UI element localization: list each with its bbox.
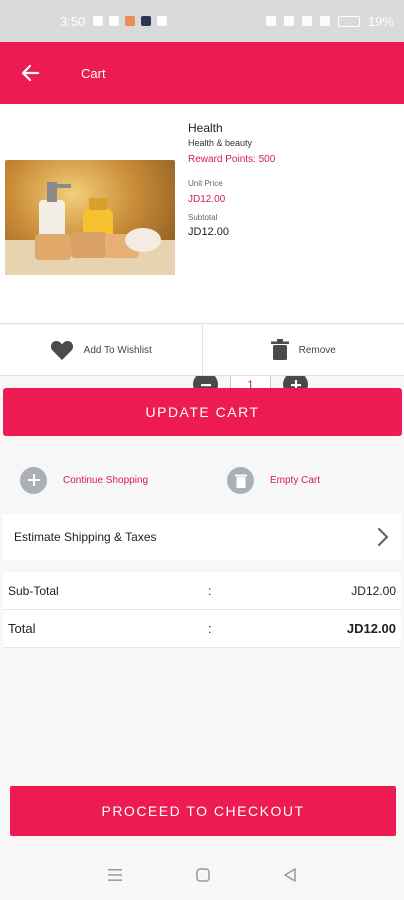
wifi-icon xyxy=(301,16,312,26)
page-title: Cart xyxy=(81,65,106,81)
separator: : xyxy=(208,583,212,598)
battery-icon xyxy=(337,15,360,27)
signal-icon xyxy=(319,16,330,26)
product-category: Health & beauty xyxy=(188,138,253,148)
message-icon xyxy=(93,16,104,26)
back-button[interactable] xyxy=(0,42,60,104)
subtotal-label: Subtotal xyxy=(188,213,218,222)
notification-icon xyxy=(109,16,120,26)
battery-level: 19% xyxy=(367,13,394,29)
unit-price-label: Unit Price xyxy=(188,179,223,188)
unit-price: JD12.00 xyxy=(188,194,226,205)
wishlist-label: Add To Wishlist xyxy=(83,344,152,356)
app-icon xyxy=(141,16,152,26)
notification-icons xyxy=(93,16,168,26)
status-bar: 3:50 19% xyxy=(0,0,404,42)
home-icon[interactable] xyxy=(196,868,210,882)
estimate-shipping-row[interactable]: Estimate Shipping & Taxes xyxy=(3,514,401,560)
status-time: 3:50 xyxy=(60,13,86,29)
continue-shopping-label: Continue Shopping xyxy=(63,474,149,486)
remove-button[interactable]: Remove xyxy=(203,325,404,375)
continue-shopping-link[interactable]: Continue Shopping xyxy=(0,460,197,500)
reward-points: Reward Points: 500 xyxy=(188,154,276,165)
heart-icon xyxy=(50,341,73,360)
update-cart-button[interactable]: UPDATE CART xyxy=(3,388,402,436)
alarm-icon xyxy=(265,16,276,26)
photos-icon xyxy=(157,16,168,26)
item-actions: Add To Wishlist Remove xyxy=(0,325,404,376)
total-label: Total xyxy=(8,621,36,636)
empty-cart-link[interactable]: Empty Cart xyxy=(197,460,404,500)
proceed-to-checkout-button[interactable]: PROCEED TO CHECKOUT xyxy=(10,786,396,836)
empty-cart-label: Empty Cart xyxy=(270,474,321,486)
app-bar: Cart xyxy=(0,42,404,104)
separator: : xyxy=(208,621,212,636)
total-value: JD12.00 xyxy=(346,621,396,636)
cart-links: Continue Shopping Empty Cart xyxy=(0,460,404,500)
trash-icon xyxy=(270,339,289,360)
total-row: Total : JD12.00 xyxy=(3,610,401,648)
brave-icon xyxy=(125,16,136,26)
menu-icon[interactable] xyxy=(107,868,123,882)
subtotal-total-value: JD12.00 xyxy=(351,583,396,598)
item-subtotal: JD12.00 xyxy=(188,226,229,238)
estimate-shipping-label: Estimate Shipping & Taxes xyxy=(14,530,157,544)
subtotal-total-label: Sub-Total xyxy=(8,583,59,598)
plus-circle-icon xyxy=(20,466,47,494)
arrow-left-icon xyxy=(21,64,40,82)
chevron-right-icon xyxy=(377,527,389,547)
bluetooth-icon xyxy=(283,16,294,26)
trash-circle-icon xyxy=(227,466,254,494)
product-image[interactable] xyxy=(5,160,175,275)
cart-item: Health Health & beauty Reward Points: 50… xyxy=(0,104,404,407)
product-name[interactable]: Health xyxy=(188,121,388,135)
back-nav-icon[interactable] xyxy=(283,868,297,882)
product-info: Health Health & beauty Reward Points: 50… xyxy=(188,121,388,238)
cart-totals: Sub-Total : JD12.00 Total : JD12.00 xyxy=(3,572,401,648)
add-to-wishlist-button[interactable]: Add To Wishlist xyxy=(0,325,203,375)
subtotal-row: Sub-Total : JD12.00 xyxy=(3,572,401,610)
system-nav-bar xyxy=(0,850,404,900)
remove-label: Remove xyxy=(298,344,336,356)
